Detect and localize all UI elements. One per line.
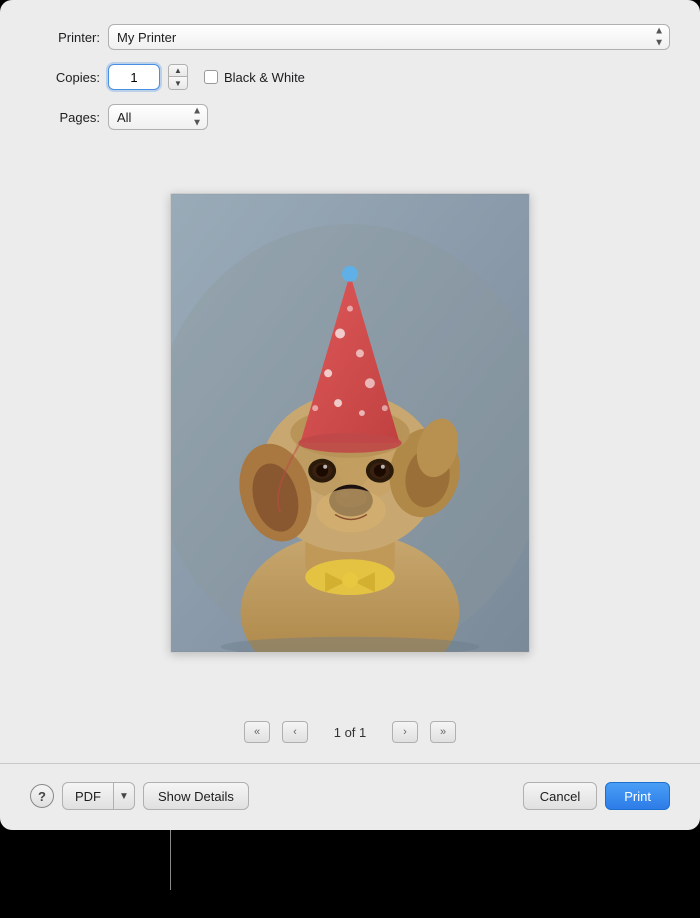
preview-area bbox=[30, 144, 670, 701]
copies-stepper: ▲ ▼ bbox=[168, 64, 188, 90]
pages-select-wrapper: All From/To ▲ ▼ bbox=[108, 104, 208, 130]
pages-select[interactable]: All From/To bbox=[108, 104, 208, 130]
help-button[interactable]: ? bbox=[30, 784, 54, 808]
last-page-button[interactable]: » bbox=[430, 721, 456, 743]
black-white-text: Black & White bbox=[224, 70, 305, 85]
divider bbox=[0, 763, 700, 764]
black-white-label[interactable]: Black & White bbox=[204, 70, 305, 85]
preview-frame bbox=[170, 193, 530, 653]
printer-select[interactable]: My Printer PDFAdd Printer... bbox=[108, 24, 670, 50]
printer-row: Printer: My Printer PDFAdd Printer... ▲ … bbox=[30, 24, 670, 50]
bottom-bar: ? PDF ▼ Show Details Cancel Print bbox=[30, 778, 670, 810]
copies-down-button[interactable]: ▼ bbox=[169, 77, 187, 89]
print-button[interactable]: Print bbox=[605, 782, 670, 810]
dog-svg bbox=[171, 194, 529, 652]
page-info: 1 of 1 bbox=[320, 725, 380, 740]
copies-label: Copies: bbox=[30, 70, 100, 85]
pdf-dropdown-button[interactable]: ▼ bbox=[113, 782, 135, 810]
copies-row: Copies: ▲ ▼ Black & White bbox=[30, 64, 670, 90]
next-page-button[interactable]: › bbox=[392, 721, 418, 743]
printer-select-wrapper: My Printer PDFAdd Printer... ▲ ▼ bbox=[108, 24, 670, 50]
printer-label: Printer: bbox=[30, 30, 100, 45]
copies-input[interactable] bbox=[108, 64, 160, 90]
preview-image bbox=[171, 194, 529, 652]
black-white-checkbox[interactable] bbox=[204, 70, 218, 84]
copies-up-button[interactable]: ▲ bbox=[169, 65, 187, 77]
pages-label: Pages: bbox=[30, 110, 100, 125]
pages-row: Pages: All From/To ▲ ▼ bbox=[30, 104, 670, 130]
print-dialog: Printer: My Printer PDFAdd Printer... ▲ … bbox=[0, 0, 700, 830]
pdf-group: PDF ▼ bbox=[62, 782, 135, 810]
first-page-button[interactable]: « bbox=[244, 721, 270, 743]
prev-page-button[interactable]: ‹ bbox=[282, 721, 308, 743]
pdf-button[interactable]: PDF bbox=[62, 782, 113, 810]
page-navigation: « ‹ 1 of 1 › » bbox=[30, 715, 670, 749]
tooltip-indicator-line bbox=[170, 830, 171, 890]
show-details-button[interactable]: Show Details bbox=[143, 782, 249, 810]
cancel-button[interactable]: Cancel bbox=[523, 782, 597, 810]
